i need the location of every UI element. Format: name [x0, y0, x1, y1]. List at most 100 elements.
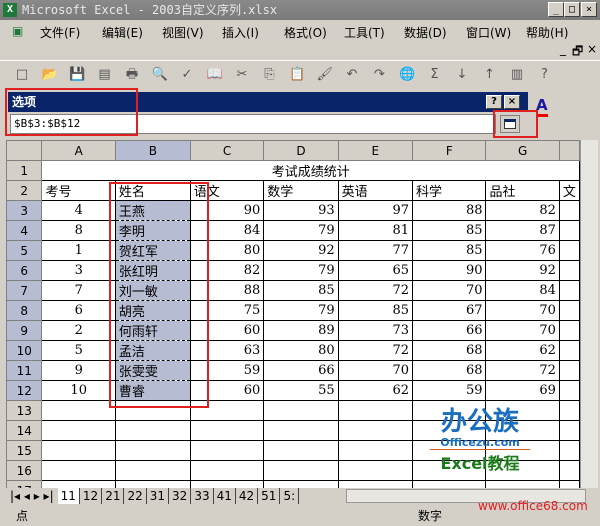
sort-asc-icon[interactable]: ↓ [454, 67, 470, 83]
data-cell[interactable]: 76 [485, 240, 560, 261]
paste-icon[interactable]: 📋 [289, 67, 305, 83]
data-cell[interactable]: 4 [41, 200, 116, 221]
row-header[interactable]: 6 [6, 260, 43, 281]
data-cell[interactable]: 73 [337, 320, 414, 341]
data-cell[interactable]: 2 [41, 320, 116, 341]
data-cell[interactable]: 88 [412, 200, 487, 221]
hyperlink-icon[interactable]: 🌐 [399, 67, 415, 83]
data-cell[interactable]: 72 [485, 360, 560, 381]
cut-icon[interactable]: ✂ [234, 67, 250, 83]
sheet-tab[interactable]: 51 [258, 488, 281, 504]
data-cell[interactable]: 6 [41, 300, 116, 321]
data-cell[interactable]: 87 [485, 220, 560, 241]
data-cell[interactable]: 92 [485, 260, 560, 281]
data-cell[interactable]: 69 [485, 380, 560, 401]
column-header[interactable]: A [41, 140, 116, 161]
data-cell[interactable]: 7 [41, 280, 116, 301]
row-header[interactable]: 15 [6, 440, 43, 461]
row-header[interactable]: 11 [6, 360, 43, 381]
research-icon[interactable]: 📖 [207, 67, 223, 83]
row-header[interactable]: 14 [6, 420, 43, 441]
data-cell[interactable]: 66 [263, 360, 339, 381]
data-cell[interactable]: 65 [337, 260, 414, 281]
sheet-tab[interactable]: 42 [236, 488, 259, 504]
header-cell[interactable]: 科学 [412, 180, 487, 201]
select-all-corner[interactable] [6, 140, 43, 161]
menu-item[interactable]: 编辑(E) [102, 24, 143, 41]
row-header[interactable]: 13 [6, 400, 43, 421]
data-cell[interactable]: 72 [337, 280, 414, 301]
data-cell[interactable]: 70 [412, 280, 487, 301]
row-header[interactable]: 1 [6, 160, 43, 181]
sheet-tab[interactable]: 33 [191, 488, 214, 504]
data-cell[interactable]: 72 [337, 340, 414, 361]
spelling-icon[interactable]: ✓ [179, 67, 195, 83]
data-cell[interactable]: 3 [41, 260, 116, 281]
menu-item[interactable]: 格式(O) [284, 24, 327, 41]
row-header[interactable]: 17 [6, 480, 43, 488]
print-preview-icon[interactable]: 🔍 [152, 67, 168, 83]
workbook-icon[interactable]: ▣ [12, 24, 23, 38]
row-header[interactable]: 7 [6, 280, 43, 301]
row-header[interactable]: 10 [6, 340, 43, 361]
print-icon[interactable]: 🖶 [124, 67, 140, 83]
data-cell[interactable]: 85 [412, 240, 487, 261]
sheet-tab[interactable]: 41 [214, 488, 236, 504]
column-header[interactable]: E [337, 140, 414, 161]
data-cell[interactable]: 80 [263, 340, 339, 361]
row-header[interactable]: 5 [6, 240, 43, 261]
row-header[interactable]: 12 [6, 380, 43, 401]
column-header[interactable] [558, 140, 580, 161]
minimize-button[interactable]: _ [548, 2, 564, 17]
column-header[interactable]: G [485, 140, 560, 161]
data-cell[interactable]: 9 [41, 360, 116, 381]
maximize-button[interactable]: □ [564, 2, 580, 17]
header-cell[interactable]: 考号 [41, 180, 116, 201]
menu-item[interactable]: 窗口(W) [466, 24, 511, 41]
menu-item[interactable]: 插入(I) [222, 24, 259, 41]
data-cell[interactable]: 84 [485, 280, 560, 301]
menu-item[interactable]: 帮助(H) [526, 24, 568, 41]
column-header[interactable]: F [412, 140, 487, 161]
close-button[interactable]: × [581, 2, 597, 17]
data-cell[interactable]: 68 [412, 340, 487, 361]
data-cell[interactable]: 85 [412, 220, 487, 241]
data-cell[interactable]: 85 [337, 300, 414, 321]
vertical-scrollbar[interactable] [580, 140, 598, 488]
format-painter-icon[interactable]: 🖌 [317, 67, 334, 83]
redo-icon[interactable]: ↷ [372, 67, 388, 83]
menu-item[interactable]: 文件(F) [40, 24, 80, 41]
menu-item[interactable]: 工具(T) [344, 24, 385, 41]
data-cell[interactable]: 68 [412, 360, 487, 381]
dialog-close-button[interactable]: × [504, 95, 520, 109]
data-cell[interactable]: 59 [412, 380, 487, 401]
sheet-title-cell[interactable]: 考试成绩统计 [41, 160, 580, 181]
data-cell[interactable]: 70 [337, 360, 414, 381]
data-cell[interactable]: 66 [412, 320, 487, 341]
data-cell[interactable]: 82 [485, 200, 560, 221]
doc-close-button[interactable]: × [587, 42, 597, 56]
data-cell[interactable]: 93 [263, 200, 339, 221]
data-cell[interactable]: 70 [485, 320, 560, 341]
data-cell[interactable]: 10 [41, 380, 116, 401]
sheet-tab[interactable]: 12 [80, 488, 103, 504]
header-cell[interactable]: 英语 [337, 180, 414, 201]
row-header[interactable]: 9 [6, 320, 43, 341]
header-cell[interactable]: 品社 [485, 180, 560, 201]
data-cell[interactable]: 90 [412, 260, 487, 281]
tab-nav-buttons[interactable]: |◂ ◂ ▸ ▸| [6, 489, 58, 503]
permission-icon[interactable]: ▤ [97, 67, 113, 83]
data-cell[interactable]: 97 [337, 200, 414, 221]
open-icon[interactable]: 📂 [42, 67, 58, 83]
save-icon[interactable]: 💾 [69, 67, 85, 83]
column-header[interactable]: B [114, 140, 191, 161]
data-cell[interactable]: 79 [263, 300, 339, 321]
data-cell[interactable]: 79 [263, 220, 339, 241]
data-cell[interactable]: 62 [337, 380, 414, 401]
header-cell[interactable]: 数学 [263, 180, 339, 201]
data-cell[interactable]: 1 [41, 240, 116, 261]
data-cell[interactable]: 67 [412, 300, 487, 321]
dialog-help-button[interactable]: ? [486, 95, 502, 109]
sort-desc-icon[interactable]: ↑ [482, 67, 498, 83]
data-cell[interactable]: 77 [337, 240, 414, 261]
